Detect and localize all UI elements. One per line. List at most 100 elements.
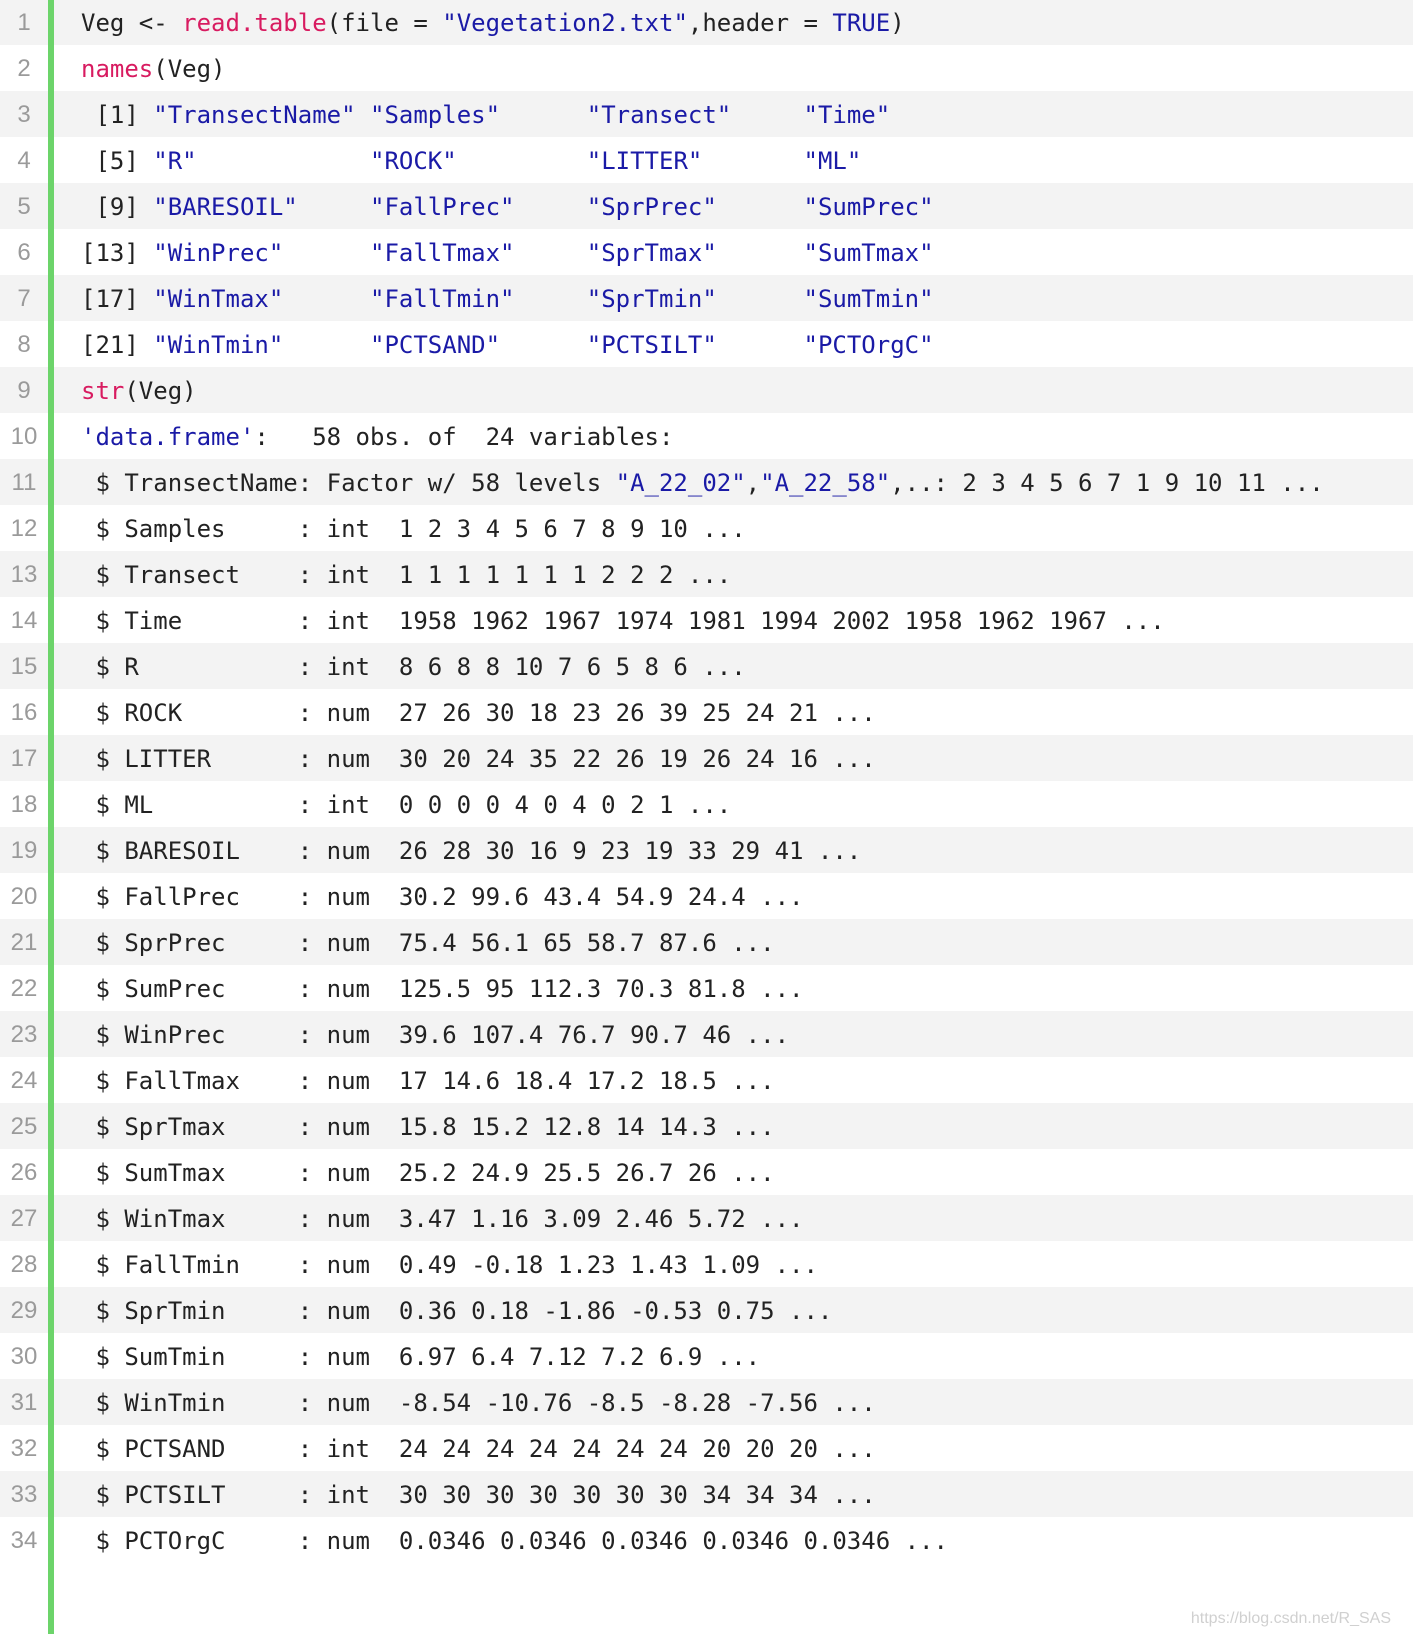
- code-token: $ BARESOIL : num 26 28 30 16 9 23 19 33 …: [81, 837, 862, 865]
- code-token: ,header =: [687, 9, 833, 37]
- code-line: 23 $ WinPrec : num 39.6 107.4 76.7 90.7 …: [0, 1011, 1413, 1059]
- line-number: 34: [10, 1527, 38, 1554]
- code-line: 1 Veg <- read.table(file = "Vegetation2.t…: [0, 0, 1413, 47]
- code-line: 2 names(Veg): [0, 45, 1413, 93]
- code-line: 13 $ Transect : int 1 1 1 1 1 1 1 2 2 2 …: [0, 551, 1413, 599]
- code-line: 32 $ PCTSAND : int 24 24 24 24 24 24 24 …: [0, 1425, 1413, 1473]
- line-number: 31: [10, 1389, 38, 1416]
- code-line: 27 $ WinTmax : num 3.47 1.16 3.09 2.46 5…: [0, 1195, 1413, 1243]
- line-content: $ PCTOrgC : num 0.0346 0.0346 0.0346 0.0…: [81, 1517, 948, 1565]
- line-content: $ SprTmax : num 15.8 15.2 12.8 14 14.3 .…: [81, 1103, 774, 1151]
- line-content: [13] "WinPrec" "FallTmax" "SprTmax" "Sum…: [81, 229, 934, 277]
- line-number: 18: [10, 791, 38, 818]
- line-number: 3: [17, 101, 31, 128]
- line-number: 30: [10, 1343, 38, 1370]
- line-content: $ FallTmin : num 0.49 -0.18 1.23 1.43 1.…: [81, 1241, 818, 1289]
- line-number: 2: [17, 55, 31, 82]
- line-number: 21: [10, 929, 38, 956]
- line-content: $ SumTmin : num 6.97 6.4 7.12 7.2 6.9 ..…: [81, 1333, 760, 1381]
- line-content: $ FallPrec : num 30.2 99.6 43.4 54.9 24.…: [81, 873, 803, 921]
- code-token: read.table: [182, 9, 327, 37]
- code-token: "FallTmax": [370, 239, 515, 267]
- code-token: "A_22_58": [760, 469, 891, 497]
- code-token: "ROCK": [370, 147, 457, 175]
- line-number: 25: [10, 1113, 38, 1140]
- code-line: 9 str(Veg): [0, 367, 1413, 415]
- line-content: $ SprTmin : num 0.36 0.18 -1.86 -0.53 0.…: [81, 1287, 832, 1335]
- line-number: 15: [10, 653, 38, 680]
- line-content: names(Veg): [81, 45, 226, 93]
- code-line: 5 [9] "BARESOIL" "FallPrec" "SprPrec" "S…: [0, 183, 1413, 231]
- line-number: 6: [17, 239, 31, 266]
- code-token: $ PCTSAND : int 24 24 24 24 24 24 24 20 …: [81, 1435, 876, 1463]
- line-content: str(Veg): [81, 367, 197, 415]
- line-number: 12: [10, 515, 38, 542]
- line-content: $ PCTSAND : int 24 24 24 24 24 24 24 20 …: [81, 1425, 876, 1473]
- code-token: [21]: [81, 331, 154, 359]
- code-token: $ ROCK : num 27 26 30 18 23 26 39 25 24 …: [81, 699, 876, 727]
- code-token: $ WinTmin : num -8.54 -10.76 -8.5 -8.28 …: [81, 1389, 876, 1417]
- code-token: "SprPrec": [586, 193, 717, 221]
- line-content: $ SumPrec : num 125.5 95 112.3 70.3 81.8…: [81, 965, 803, 1013]
- line-content: $ WinPrec : num 39.6 107.4 76.7 90.7 46 …: [81, 1011, 789, 1059]
- code-token: $ TransectName: Factor w/ 58 levels: [81, 469, 616, 497]
- code-token: [17]: [81, 285, 154, 313]
- code-token: $ FallTmin : num 0.49 -0.18 1.23 1.43 1.…: [81, 1251, 818, 1279]
- line-content: $ Time : int 1958 1962 1967 1974 1981 19…: [81, 597, 1165, 645]
- code-token: "PCTSAND": [370, 331, 501, 359]
- code-token: $ Time : int 1958 1962 1967 1974 1981 19…: [81, 607, 1165, 635]
- code-token: "ML": [803, 147, 862, 175]
- line-number: 26: [10, 1159, 38, 1186]
- code-token: "BARESOIL": [153, 193, 298, 221]
- code-token: (Veg): [153, 55, 226, 83]
- code-token: (file =: [326, 9, 443, 37]
- line-content: $ SumTmax : num 25.2 24.9 25.5 26.7 26 .…: [81, 1149, 774, 1197]
- code-line: 12 $ Samples : int 1 2 3 4 5 6 7 8 9 10 …: [0, 505, 1413, 553]
- code-line: 8 [21] "WinTmin" "PCTSAND" "PCTSILT" "PCT…: [0, 321, 1413, 369]
- line-content: $ PCTSILT : int 30 30 30 30 30 30 30 34 …: [81, 1471, 876, 1519]
- line-number: 11: [11, 469, 37, 496]
- code-token: Veg <-: [81, 9, 183, 37]
- code-token: 'data.frame': [81, 423, 255, 451]
- code-block: 1 Veg <- read.table(file = "Vegetation2.t…: [0, 0, 1413, 1634]
- code-token: "FallPrec": [370, 193, 515, 221]
- line-content: $ Transect : int 1 1 1 1 1 1 1 2 2 2 ...: [81, 551, 731, 599]
- code-token: "SumPrec": [803, 193, 934, 221]
- line-content: [21] "WinTmin" "PCTSAND" "PCTSILT" "PCTO…: [81, 321, 934, 369]
- code-token: $ LITTER : num 30 20 24 35 22 26 19 26 2…: [81, 745, 876, 773]
- code-token: "SumTmin": [803, 285, 934, 313]
- line-number: 8: [17, 331, 31, 358]
- line-number: 1: [17, 9, 31, 36]
- code-token: $ SumPrec : num 125.5 95 112.3 70.3 81.8…: [81, 975, 804, 1003]
- line-content: $ ROCK : num 27 26 30 18 23 26 39 25 24 …: [81, 689, 876, 737]
- line-content: $ Samples : int 1 2 3 4 5 6 7 8 9 10 ...: [81, 505, 745, 553]
- line-content: $ LITTER : num 30 20 24 35 22 26 19 26 2…: [81, 735, 876, 783]
- line-number: 14: [10, 607, 38, 634]
- code-line: 30 $ SumTmin : num 6.97 6.4 7.12 7.2 6.9…: [0, 1333, 1413, 1381]
- code-token: ): [890, 9, 905, 37]
- code-token: "WinTmin": [153, 331, 284, 359]
- code-token: "PCTOrgC": [803, 331, 934, 359]
- line-number: 23: [10, 1021, 38, 1048]
- code-line: 17 $ LITTER : num 30 20 24 35 22 26 19 2…: [0, 735, 1413, 783]
- code-token: "WinPrec": [153, 239, 284, 267]
- code-line: 3 [1] "TransectName" "Samples" "Transect…: [0, 91, 1413, 139]
- line-content: Veg <- read.table(file = "Vegetation2.tx…: [81, 0, 905, 47]
- code-line: 28 $ FallTmin : num 0.49 -0.18 1.23 1.43…: [0, 1241, 1413, 1289]
- line-content: $ R : int 8 6 8 8 10 7 6 5 8 6 ...: [81, 643, 745, 691]
- watermark: https://blog.csdn.net/R_SAS: [1190, 1610, 1391, 1627]
- code-token: [9]: [81, 193, 154, 221]
- code-token: [5]: [81, 147, 154, 175]
- line-number: 22: [10, 975, 38, 1002]
- code-token: $ PCTSILT : int 30 30 30 30 30 30 30 34 …: [81, 1481, 876, 1509]
- code-line: 10 'data.frame': 58 obs. of 24 variables:: [0, 413, 1413, 461]
- code-line: 21 $ SprPrec : num 75.4 56.1 65 58.7 87.…: [0, 919, 1413, 967]
- code-line: 20 $ FallPrec : num 30.2 99.6 43.4 54.9 …: [0, 873, 1413, 921]
